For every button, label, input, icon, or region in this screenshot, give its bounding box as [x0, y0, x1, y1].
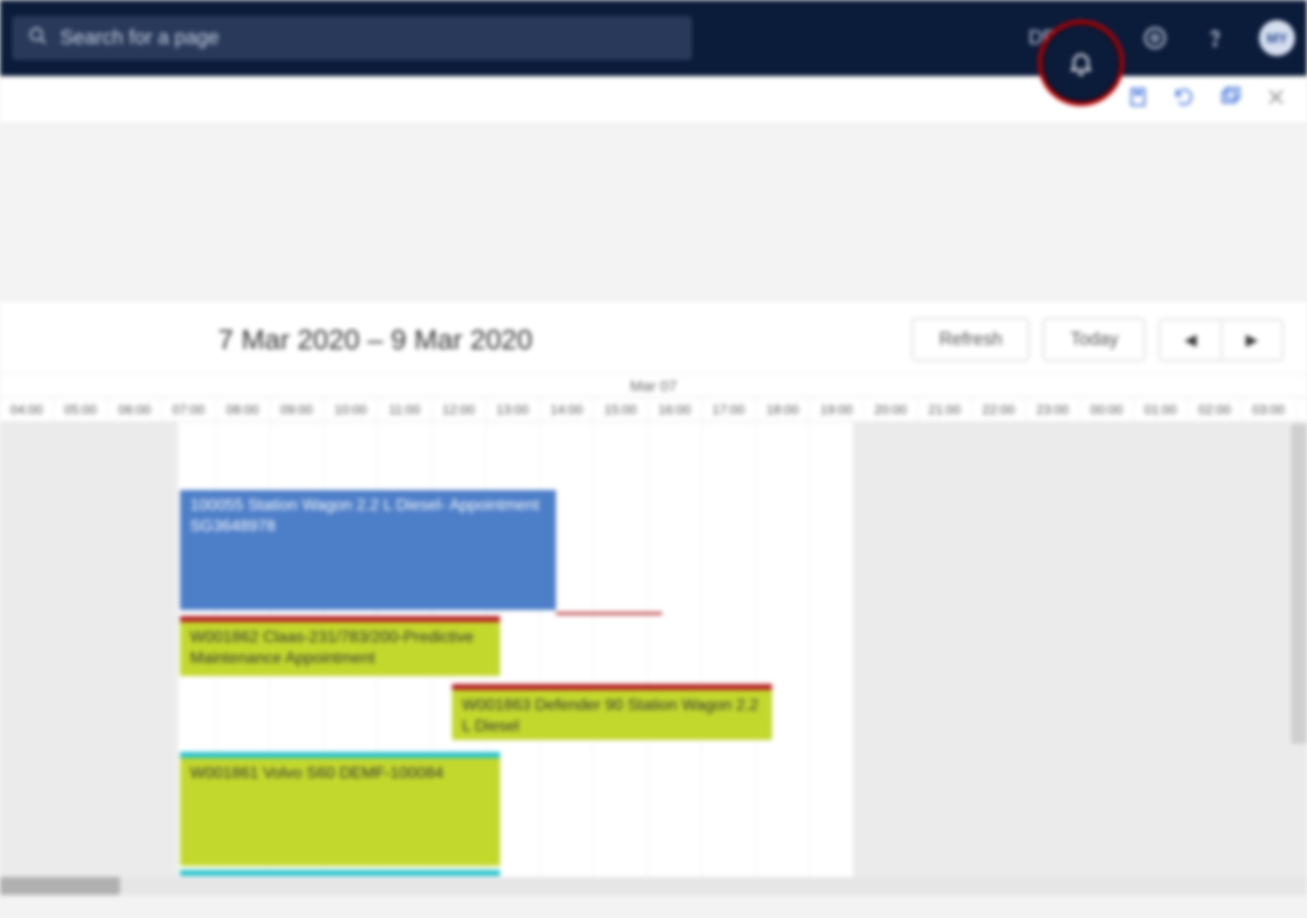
popout-icon[interactable] [1219, 86, 1241, 113]
time-cell: 06:00 [108, 398, 162, 421]
time-cell: 18:00 [756, 398, 810, 421]
time-cell: 04:00 [0, 398, 54, 421]
time-cell: 12:00 [432, 398, 486, 421]
search-icon [28, 26, 48, 51]
event-workorder[interactable]: W001861 Volvo S60 DEMF-100084 [180, 758, 500, 866]
time-header: 04:00 05:00 06:00 07:00 08:00 09:00 10:0… [0, 398, 1307, 422]
time-cell: 09:00 [270, 398, 324, 421]
event-workorder[interactable]: W001863 Defender 90 Station Wagon 2.2 L … [452, 690, 772, 740]
time-cell: 11:00 [378, 398, 432, 421]
event-status-bar [180, 870, 500, 876]
help-icon[interactable] [1199, 22, 1231, 54]
event-appointment[interactable]: 100055 Station Wagon 2.2 L Diesel- Appoi… [180, 490, 556, 610]
time-cell: 21:00 [918, 398, 972, 421]
time-cell: 15:00 [594, 398, 648, 421]
next-button[interactable]: ▶ [1222, 320, 1282, 360]
time-cell: 22:00 [972, 398, 1026, 421]
scheduler-header: 7 Mar 2020 – 9 Mar 2020 Refresh Today ◀ … [0, 302, 1307, 374]
time-cell: 13:00 [486, 398, 540, 421]
day-label: Mar 07 [0, 374, 1307, 398]
search-wrap[interactable] [12, 16, 692, 60]
vertical-scrollbar[interactable] [1291, 424, 1307, 744]
today-button[interactable]: Today [1043, 318, 1145, 361]
time-cell: 16:00 [648, 398, 702, 421]
time-cell: 07:00 [162, 398, 216, 421]
date-nav: ◀ ▶ [1159, 319, 1283, 361]
gear-icon[interactable] [1139, 22, 1171, 54]
time-cell: 08:00 [216, 398, 270, 421]
scroll-thumb[interactable] [0, 877, 120, 895]
avatar[interactable]: MY [1259, 20, 1295, 56]
bell-icon [1067, 49, 1095, 77]
gantt-body: 100055 Station Wagon 2.2 L Diesel- Appoi… [0, 422, 1307, 877]
non-working-right [853, 422, 1307, 877]
event-overrun-indicator [556, 612, 662, 615]
office-icon[interactable] [1127, 86, 1149, 113]
refresh-icon[interactable] [1173, 86, 1195, 113]
time-cell: 02:00 [1188, 398, 1242, 421]
time-cell: 05:00 [54, 398, 108, 421]
time-cell: 19:00 [810, 398, 864, 421]
scheduler: 7 Mar 2020 – 9 Mar 2020 Refresh Today ◀ … [0, 302, 1307, 895]
time-cell: 03:00 [1242, 398, 1296, 421]
refresh-button[interactable]: Refresh [912, 318, 1029, 361]
horizontal-scrollbar[interactable] [0, 877, 1307, 895]
time-cell: 20:00 [864, 398, 918, 421]
prev-button[interactable]: ◀ [1160, 320, 1221, 360]
blank-area [0, 124, 1307, 302]
time-cell: 00:00 [1080, 398, 1134, 421]
time-cell: 01:00 [1134, 398, 1188, 421]
time-cell: 23:00 [1026, 398, 1080, 421]
search-input[interactable] [60, 27, 676, 50]
time-cell: 14:00 [540, 398, 594, 421]
event-workorder[interactable]: W001862 Claas-231/783/200-Predictive Mai… [180, 622, 500, 676]
date-range-title: 7 Mar 2020 – 9 Mar 2020 [218, 324, 532, 356]
non-working-left [0, 422, 178, 877]
time-cell: 10:00 [324, 398, 378, 421]
close-icon[interactable] [1265, 86, 1287, 113]
notification-bell-highlight[interactable] [1038, 20, 1124, 106]
time-cell: 17:00 [702, 398, 756, 421]
